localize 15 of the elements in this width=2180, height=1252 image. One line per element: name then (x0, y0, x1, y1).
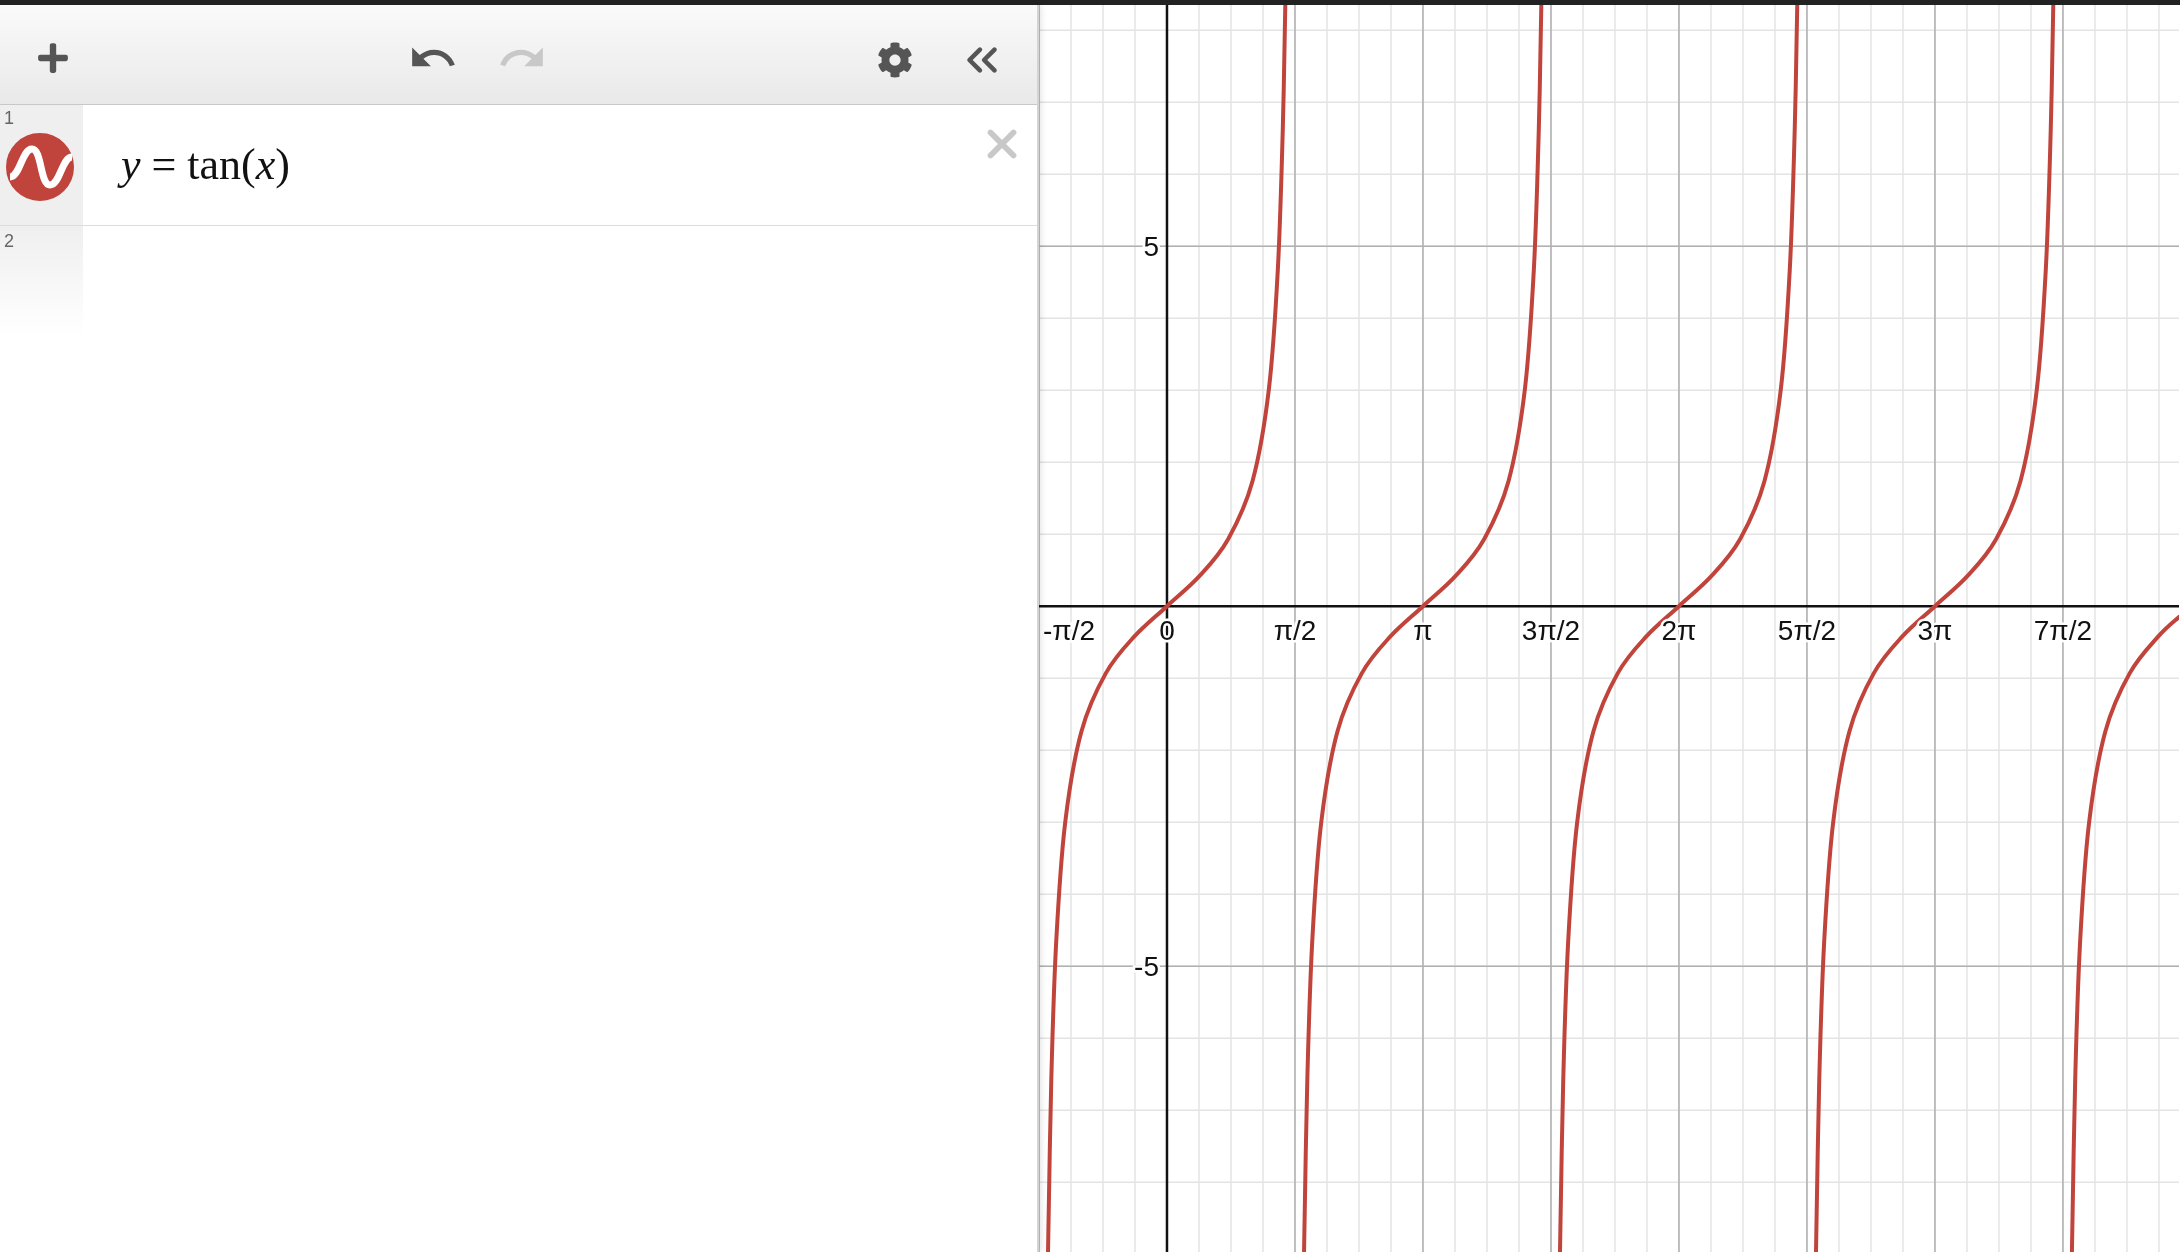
axis-label: 7π/2 (2033, 615, 2093, 647)
graph-wave-icon[interactable] (6, 133, 74, 201)
axis-label: -π/2 (1043, 615, 1095, 647)
line-number: 2 (3, 231, 14, 251)
axis-label: 5 (1143, 231, 1159, 263)
axis-label: π/2 (1273, 615, 1317, 647)
axis-label: π (1413, 615, 1433, 647)
plus-icon (36, 41, 70, 75)
axis-label: 5π/2 (1777, 615, 1837, 647)
axis-label: 3π (1917, 615, 1953, 647)
axis-label: 3π/2 (1521, 615, 1581, 647)
axis-label: 2π (1661, 615, 1697, 647)
line-number: 1 (3, 109, 14, 127)
settings-icon (877, 42, 913, 78)
axis-label: -5 (1134, 951, 1159, 983)
